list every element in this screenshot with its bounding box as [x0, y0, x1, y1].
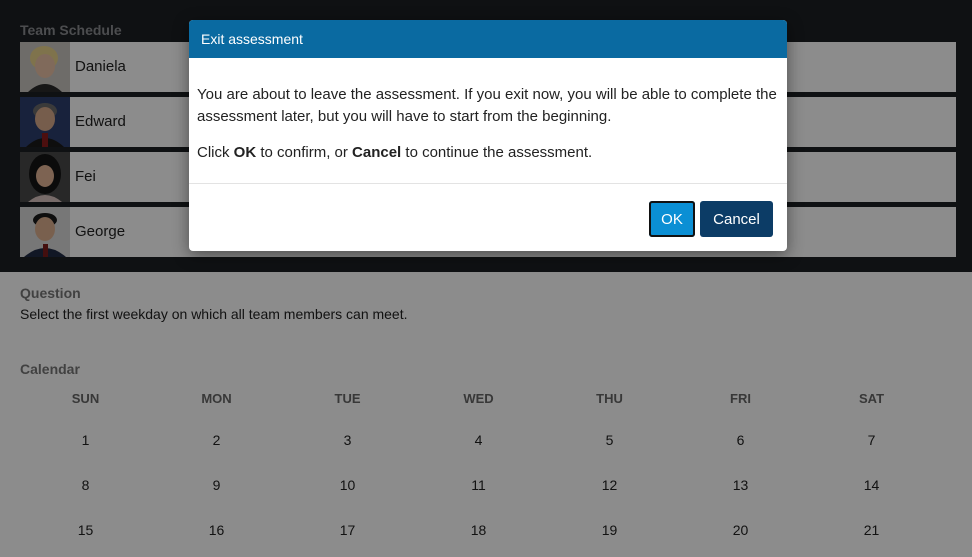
dialog-body: You are about to leave the assessment. I… [189, 58, 787, 184]
confirm-ok-word: OK [233, 144, 257, 161]
cancel-button[interactable]: Cancel [700, 201, 773, 237]
confirm-middle: to confirm, or [256, 144, 353, 161]
ok-button[interactable]: OK [649, 201, 695, 237]
dialog-footer: OK Cancel [189, 184, 787, 251]
exit-assessment-dialog: Exit assessment You are about to leave t… [189, 20, 787, 251]
dialog-confirm-text: Click OK to confirm, or Cancel to contin… [197, 142, 779, 164]
confirm-suffix: to continue the assessment. [401, 144, 593, 161]
dialog-message: You are about to leave the assessment. I… [197, 86, 777, 125]
confirm-cancel-word: Cancel [352, 144, 402, 161]
dialog-title: Exit assessment [189, 20, 787, 58]
confirm-prefix: Click [197, 144, 234, 161]
